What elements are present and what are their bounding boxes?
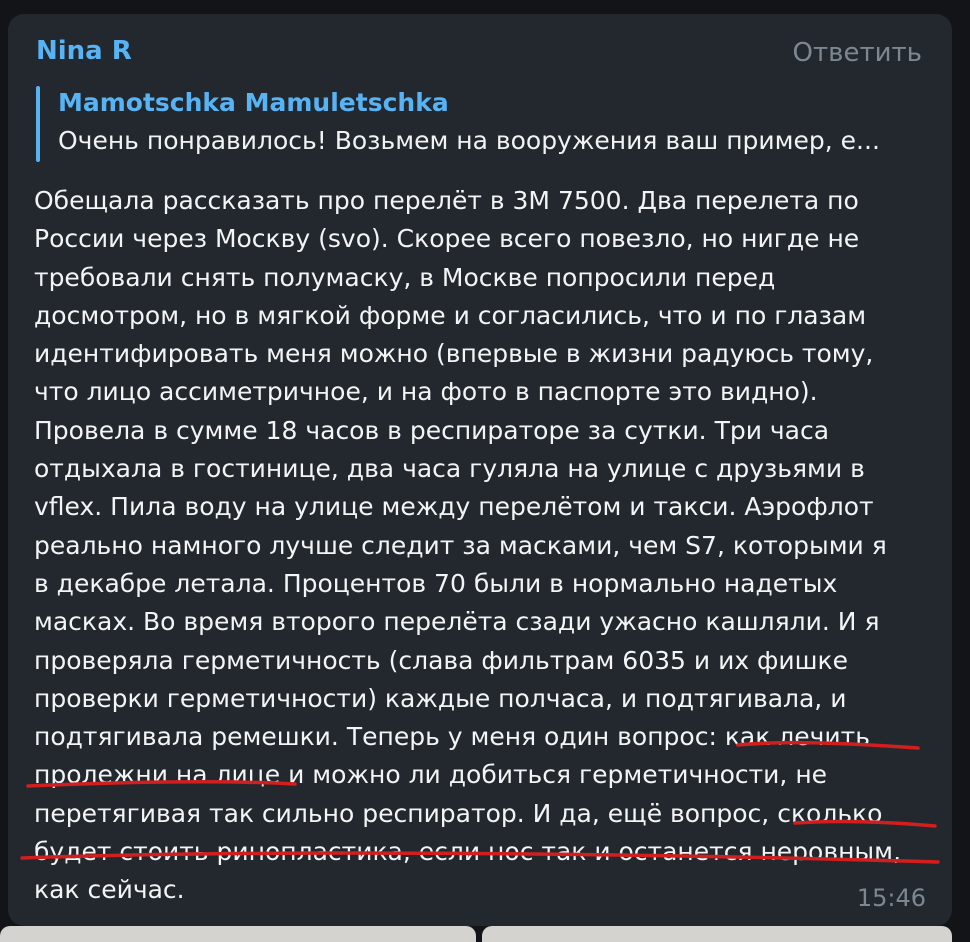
message-line: идентифировать меня можно (впервые в жиз… bbox=[34, 339, 874, 369]
message-bubble[interactable]: Nina R Ответить Mamotschka Mamuletschka … bbox=[8, 14, 952, 926]
attached-image-preview[interactable] bbox=[0, 926, 476, 942]
message-text: Обещала рассказать про перелёт в 3М 7500… bbox=[34, 182, 934, 910]
message-line: будет стоить ринопластика, если нос так … bbox=[34, 837, 901, 867]
quote-bar bbox=[36, 86, 40, 162]
message-line: подтягивала ремешки. Теперь у меня один … bbox=[34, 722, 870, 752]
message-line: Провела в сумме 18 часов в респираторе з… bbox=[34, 415, 830, 445]
message-line: как сейчас. bbox=[34, 875, 185, 905]
reply-button[interactable]: Ответить bbox=[793, 38, 922, 68]
message-line: масках. Во время второго перелёта сзади … bbox=[34, 607, 880, 637]
message-line: досмотром, но в мягкой форме и согласили… bbox=[34, 300, 867, 330]
message-line: в декабре летала. Процентов 70 были в но… bbox=[34, 568, 838, 598]
message-line: отдыхала в гостинице, два часа гуляла на… bbox=[34, 454, 865, 484]
quoted-message[interactable]: Mamotschka Mamuletschka Очень понравилос… bbox=[36, 86, 916, 162]
message-time: 15:46 bbox=[856, 884, 926, 912]
message-line: реально намного лучше следит за масками,… bbox=[34, 530, 887, 560]
message-line: что лицо ассиметричное, и на фото в пасп… bbox=[34, 377, 818, 407]
message-line: России через Москву (svo). Скорее всего … bbox=[34, 224, 860, 254]
attached-image-preview[interactable] bbox=[482, 926, 952, 942]
quote-author: Mamotschka Mamuletschka bbox=[58, 88, 449, 117]
message-line: vflex. Пила воду на улице между перелёто… bbox=[34, 492, 874, 522]
message-line: перетягивая так сильно респиратор. И да,… bbox=[34, 798, 883, 828]
sender-name[interactable]: Nina R bbox=[36, 36, 132, 66]
chat-screen: Nina R Ответить Mamotschka Mamuletschka … bbox=[0, 0, 970, 942]
message-line: проверяла герметичность (слава фильтрам … bbox=[34, 645, 849, 675]
message-line: требовали снять полумаску, в Москве попр… bbox=[34, 262, 776, 292]
quote-text: Очень понравилось! Возьмем на вооружения… bbox=[58, 126, 880, 155]
message-line: проверки герметичности) каждые полчаса, … bbox=[34, 683, 847, 713]
message-line: Обещала рассказать про перелёт в 3М 7500… bbox=[34, 186, 859, 215]
message-line: пролежни на лице и можно ли добиться гер… bbox=[34, 760, 828, 790]
